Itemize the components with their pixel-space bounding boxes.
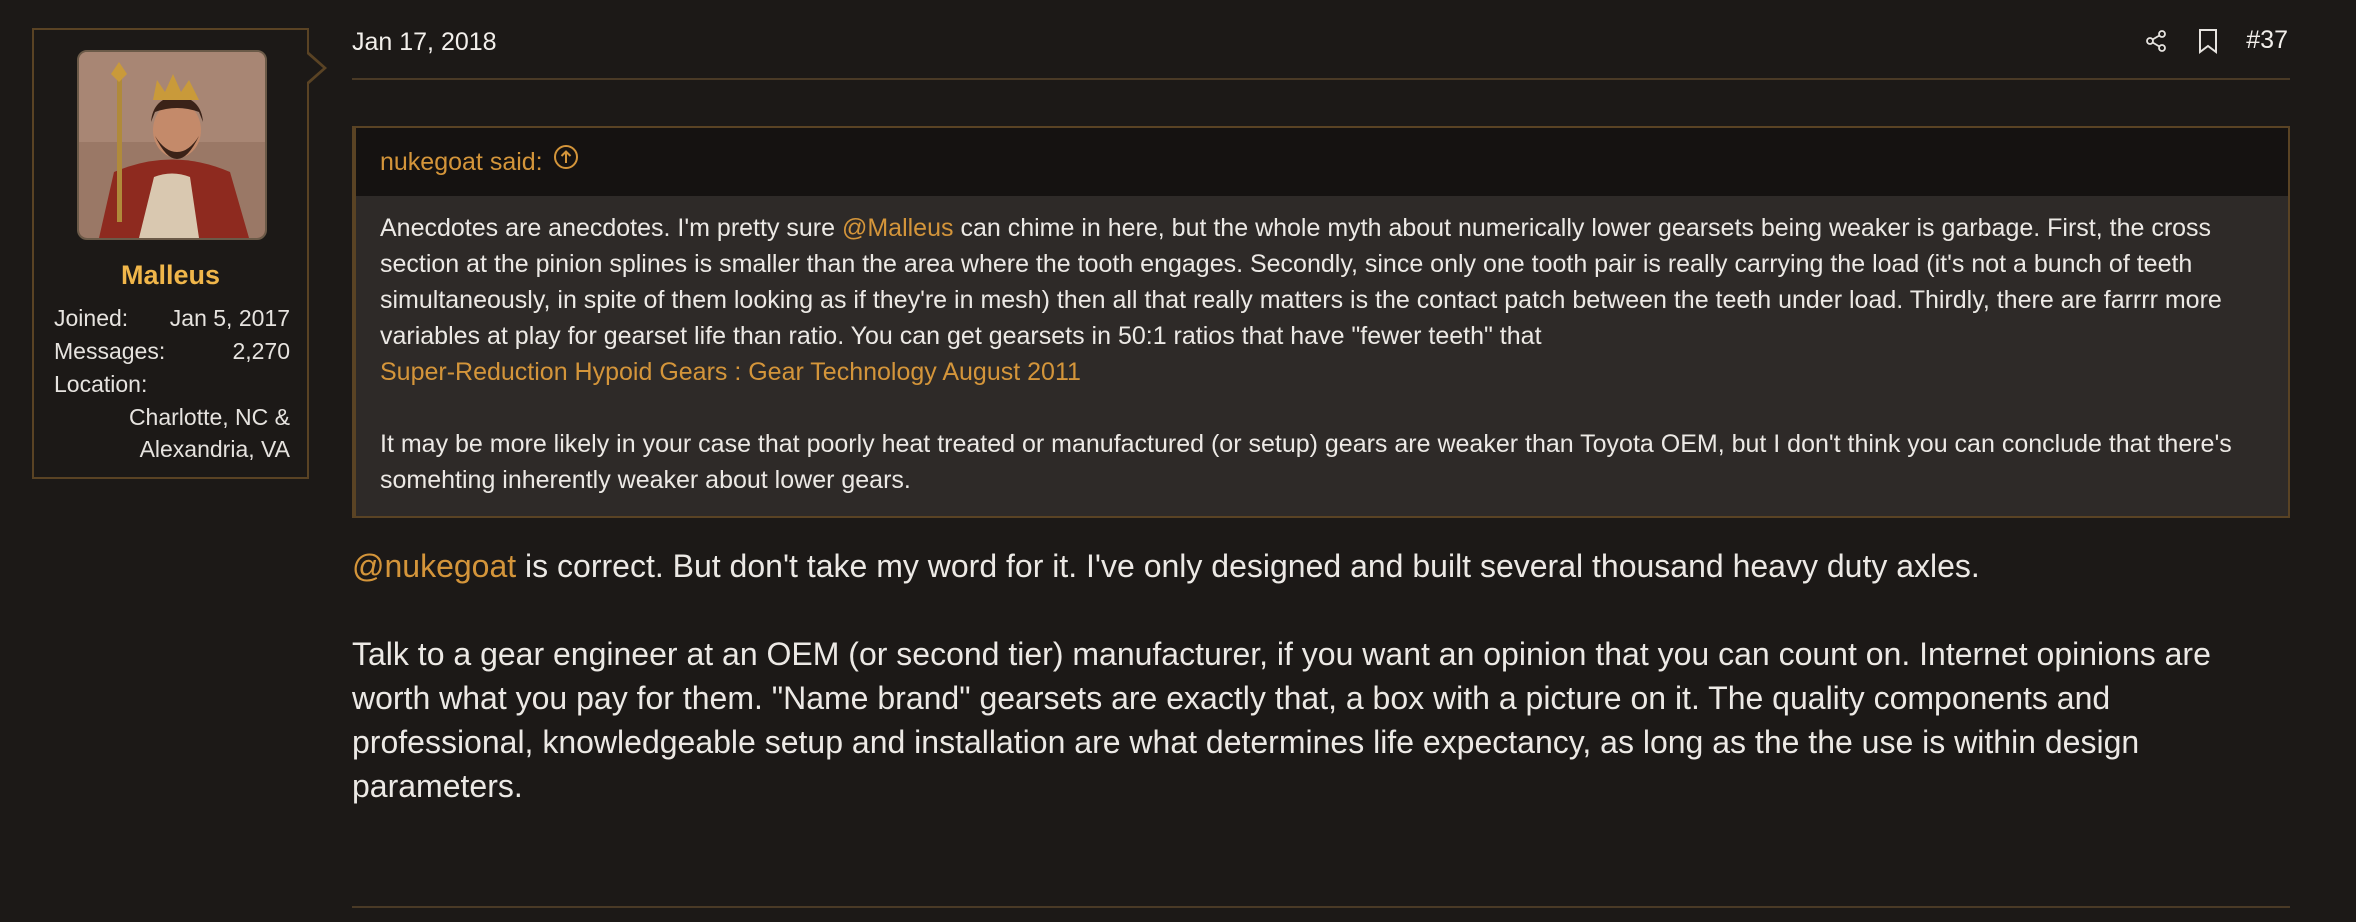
quoted-link[interactable]: Super-Reduction Hypoid Gears : Gear Tech… <box>380 358 1081 386</box>
location-value-line1: Charlotte, NC & <box>128 404 290 430</box>
mention-nukegoat[interactable]: @nukegoat <box>352 548 516 584</box>
quote-paragraph-1: Anecdotes are anecdotes. I'm pretty sure… <box>380 210 2264 354</box>
messages-label: Messages: <box>54 338 166 364</box>
stat-messages: Messages: 2,270 <box>54 335 290 368</box>
quote-text-1a: Anecdotes are anecdotes. I'm pretty sure <box>380 214 842 242</box>
quote-body: Anecdotes are anecdotes. I'm pretty sure… <box>356 196 2288 498</box>
quote-block: nukegoat said: Anecdotes are anecdotes. … <box>352 126 2290 518</box>
joined-label: Joined: <box>54 305 129 331</box>
stat-joined: Joined: Jan 5, 2017 <box>54 302 290 335</box>
user-panel: Malleus Joined: Jan 5, 2017 Messages: 2,… <box>32 28 309 479</box>
user-panel-arrow-inner <box>307 54 323 82</box>
reply-text-1: is correct. But don't take my word for i… <box>516 548 1980 584</box>
header-divider <box>352 78 2290 80</box>
location-value-line2: Alexandria, VA <box>139 436 290 462</box>
location-label: Location: <box>54 371 148 397</box>
mention-malleus[interactable]: @Malleus <box>842 214 954 242</box>
user-stats: Joined: Jan 5, 2017 Messages: 2,270 Loca… <box>54 302 290 465</box>
messages-value[interactable]: 2,270 <box>232 335 290 368</box>
post-number[interactable]: #37 <box>2246 26 2288 55</box>
post-body: @nukegoat is correct. But don't take my … <box>352 544 2290 808</box>
footer-divider <box>352 906 2290 908</box>
forum-post: Malleus Joined: Jan 5, 2017 Messages: 2,… <box>0 0 2356 922</box>
share-icon[interactable] <box>2142 27 2170 55</box>
post-date[interactable]: Jan 17, 2018 <box>352 28 497 57</box>
quote-header[interactable]: nukegoat said: <box>356 128 2288 196</box>
quote-author[interactable]: nukegoat said: <box>380 128 543 196</box>
avatar[interactable] <box>77 50 267 240</box>
bookmark-icon[interactable] <box>2194 27 2222 55</box>
quote-paragraph-2: It may be more likely in your case that … <box>380 430 2232 494</box>
post-actions: #37 <box>2142 26 2288 55</box>
avatar-image <box>79 52 265 238</box>
joined-value: Jan 5, 2017 <box>169 305 290 331</box>
reply-paragraph-2: Talk to a gear engineer at an OEM (or se… <box>352 636 2211 804</box>
arrow-up-circle-icon[interactable] <box>553 128 579 196</box>
username[interactable]: Malleus <box>34 260 307 291</box>
reply-paragraph-1: @nukegoat is correct. But don't take my … <box>352 544 2290 588</box>
